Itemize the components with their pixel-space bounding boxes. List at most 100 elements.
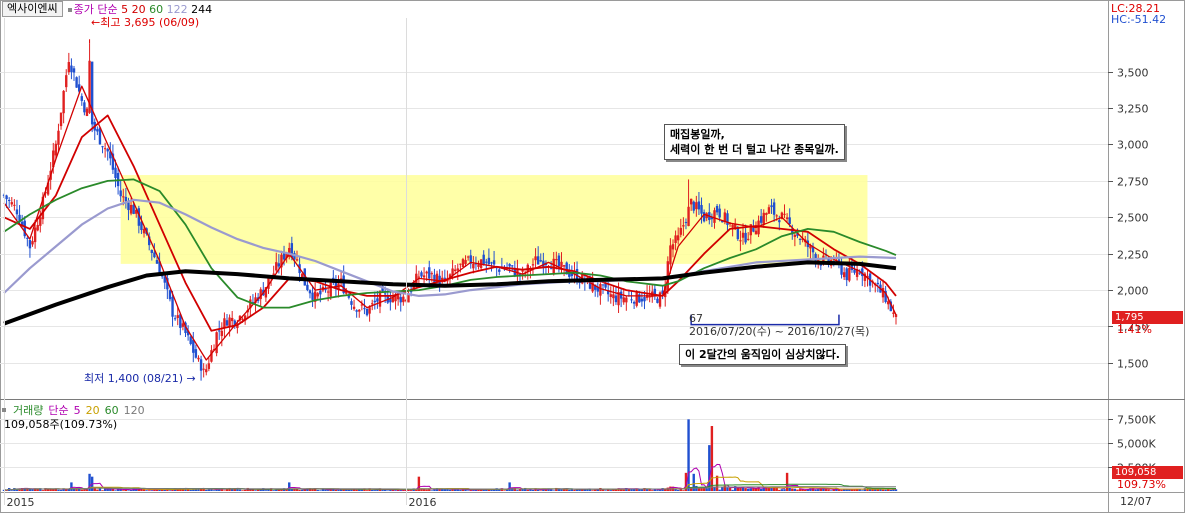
- candle-body: [599, 284, 602, 296]
- vlegend-ma-60[interactable]: 60: [105, 404, 119, 417]
- candle-body: [329, 282, 332, 297]
- candle-body: [83, 102, 86, 113]
- volume-bar: [651, 490, 654, 491]
- volume-bar: [28, 489, 32, 491]
- arrow-right-icon: →: [183, 372, 196, 385]
- price-tick-label: 2,500: [1117, 212, 1149, 225]
- candle-body: [531, 264, 535, 266]
- candle-body: [640, 298, 644, 302]
- candle-body: [752, 227, 755, 232]
- price-tick-label: 2,750: [1117, 176, 1149, 189]
- candle-body: [461, 259, 465, 268]
- volume-bar: [656, 490, 659, 491]
- candle-body: [848, 268, 851, 281]
- vlegend-ma-5[interactable]: 5: [74, 404, 81, 417]
- candle-body: [10, 202, 13, 205]
- volume-bar: [881, 489, 885, 491]
- volume-bar: [884, 489, 887, 491]
- candle-body: [759, 216, 763, 223]
- volume-bar: [539, 490, 542, 491]
- candle-body: [456, 268, 459, 271]
- candle-body: [316, 293, 319, 297]
- volume-bar: [430, 490, 434, 491]
- candle-body: [7, 200, 11, 202]
- candle-body: [793, 234, 797, 237]
- candle-body: [205, 369, 208, 373]
- candle-body: [155, 259, 159, 264]
- candle-body: [534, 256, 537, 261]
- candle-body: [552, 258, 555, 274]
- candle-body: [511, 265, 514, 267]
- candle-body: [464, 260, 467, 264]
- price-tick-label: 1,500: [1117, 358, 1149, 371]
- volume-bar: [150, 490, 154, 491]
- volume-bar: [163, 489, 166, 491]
- candle-body: [741, 232, 745, 238]
- volume-bar: [212, 490, 216, 491]
- candle-body: [726, 213, 729, 225]
- candle-body: [31, 241, 34, 245]
- candle-body: [352, 306, 356, 309]
- low-label: 최저 1,400 (08/21): [84, 372, 184, 385]
- candle-body: [225, 320, 229, 326]
- candle-body: [168, 290, 172, 300]
- volume-bar: [780, 489, 784, 491]
- candle-body: [428, 267, 431, 279]
- volume-bar: [241, 490, 244, 491]
- candle-body: [736, 227, 740, 240]
- volume-bar: [386, 490, 389, 491]
- chart-canvas[interactable]: 1,5001,7502,0002,2502,5002,7503,0003,250…: [0, 0, 1185, 513]
- candle-body: [697, 201, 701, 210]
- candle-body: [684, 222, 688, 224]
- vlegend-ma-20[interactable]: 20: [86, 404, 100, 417]
- volume-bar: [443, 489, 447, 491]
- high-annotation: ←최고 3,695 (06/09): [91, 14, 199, 30]
- price-tick-label: 3,250: [1117, 103, 1149, 116]
- last-date-label: 12/07: [1120, 495, 1152, 508]
- callout-question: 매집봉일까, 세력이 한 번 더 털고 나간 종목일까.: [664, 124, 845, 160]
- volume-bar: [526, 489, 529, 491]
- volume-bar: [381, 490, 384, 491]
- volume-bar: [205, 489, 208, 491]
- high-label: 최고 3,695 (06/09): [100, 16, 200, 29]
- volume-bar: [591, 490, 594, 491]
- candle-body: [746, 238, 750, 240]
- candle-body: [676, 235, 680, 241]
- volume-bar: [746, 488, 750, 491]
- candle-body: [671, 244, 675, 250]
- candle-body: [695, 202, 698, 210]
- candle-body: [378, 291, 382, 307]
- volume-bar: [710, 426, 714, 491]
- time-tick-label: 2016: [409, 496, 437, 509]
- vlegend-ma-120[interactable]: 120: [124, 404, 145, 417]
- candle-body: [679, 227, 682, 235]
- stock-name-selector[interactable]: 엑사이엔씨: [2, 1, 63, 17]
- volume-bar: [75, 489, 78, 491]
- candle-body: [482, 254, 485, 264]
- candle-body: [363, 308, 366, 310]
- candle-body: [715, 205, 719, 213]
- volume-bar: [744, 488, 747, 491]
- volume-bar: [731, 489, 734, 491]
- candle-body: [36, 224, 39, 231]
- candle-body: [277, 263, 281, 267]
- candle-body: [181, 323, 185, 327]
- candle-body: [788, 217, 791, 224]
- candle-body: [26, 237, 29, 239]
- candle-body: [420, 272, 423, 277]
- candle-body: [778, 220, 781, 223]
- volume-bar: [243, 489, 247, 491]
- volume-bar: [409, 490, 413, 491]
- candle-body: [477, 264, 480, 267]
- candle-body: [197, 357, 200, 360]
- candle-body: [65, 75, 68, 88]
- volume-bar: [57, 489, 60, 491]
- candle-body: [33, 227, 37, 243]
- candle-body: [132, 204, 135, 214]
- candle-body: [492, 260, 496, 265]
- candle-body: [876, 282, 880, 285]
- volume-bar: [715, 475, 719, 491]
- volume-bar: [272, 490, 275, 491]
- volume-bar: [814, 489, 817, 491]
- volume-bar: [788, 487, 791, 491]
